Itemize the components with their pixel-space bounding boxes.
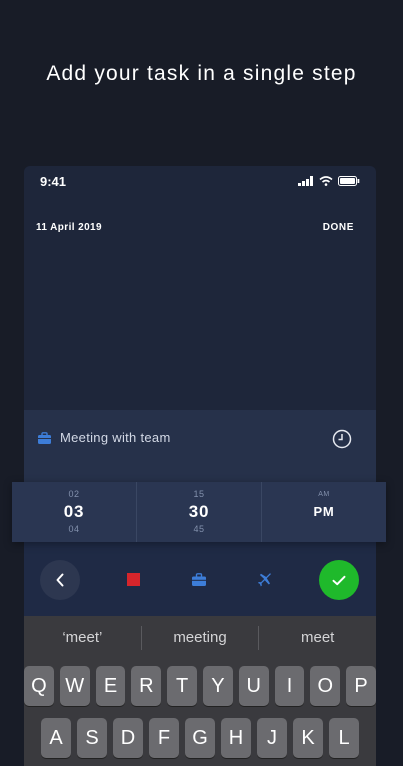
key-d[interactable]: D xyxy=(113,718,143,758)
phone-screen: 9:41 11 April 2019 DONE Meeting with tea… xyxy=(24,166,376,766)
period-prev: AM xyxy=(318,491,330,498)
red-square-icon[interactable] xyxy=(127,573,140,586)
briefcase-icon xyxy=(38,432,51,444)
key-p[interactable]: P xyxy=(346,666,376,706)
keyboard: ‘meet’ meeting meet Q W E R T Y U I O P … xyxy=(24,616,376,766)
key-i[interactable]: I xyxy=(274,666,305,706)
clock-icon[interactable] xyxy=(332,429,352,449)
checkmark-icon xyxy=(332,575,346,585)
key-j[interactable]: J xyxy=(257,718,287,758)
period-selected: PM xyxy=(313,504,335,519)
key-q[interactable]: Q xyxy=(24,666,54,706)
briefcase-icon[interactable] xyxy=(192,573,206,586)
key-f[interactable]: F xyxy=(149,718,179,758)
date-label: 11 April 2019 xyxy=(36,222,102,233)
period-wheel[interactable]: AM PM xyxy=(262,482,386,542)
key-l[interactable]: L xyxy=(329,718,359,758)
signal-icon xyxy=(298,176,313,186)
minute-wheel[interactable]: 15 30 45 xyxy=(137,482,262,542)
task-panel xyxy=(24,410,376,482)
minute-prev: 15 xyxy=(193,489,205,499)
hour-prev: 02 xyxy=(68,489,80,499)
chevron-left-icon xyxy=(56,573,64,587)
task-input[interactable] xyxy=(60,430,290,445)
key-row-2: A S D F G H J K L xyxy=(24,718,376,758)
wifi-icon xyxy=(319,176,333,186)
airplane-icon[interactable] xyxy=(258,573,272,587)
suggestion-bar: ‘meet’ meeting meet xyxy=(24,616,376,660)
key-row-1: Q W E R T Y U I O P xyxy=(24,666,376,706)
key-t[interactable]: T xyxy=(167,666,197,706)
headline: Add your task in a single step xyxy=(46,62,357,85)
minute-selected: 30 xyxy=(188,502,210,521)
status-icons xyxy=(298,176,360,186)
battery-icon xyxy=(338,176,360,186)
key-w[interactable]: W xyxy=(59,666,90,706)
suggestion-item[interactable]: ‘meet’ xyxy=(24,626,142,650)
task-toolbar xyxy=(24,540,376,616)
hour-next: 04 xyxy=(68,524,80,534)
back-button[interactable] xyxy=(40,560,80,600)
key-g[interactable]: G xyxy=(185,718,215,758)
confirm-button[interactable] xyxy=(319,560,359,600)
key-a[interactable]: A xyxy=(41,718,71,758)
key-h[interactable]: H xyxy=(221,718,251,758)
key-y[interactable]: Y xyxy=(203,666,233,706)
key-e[interactable]: E xyxy=(95,666,126,706)
hour-selected: 03 xyxy=(63,502,85,521)
hour-wheel[interactable]: 02 03 04 xyxy=(12,482,137,542)
key-o[interactable]: O xyxy=(310,666,341,706)
suggestion-item[interactable]: meet xyxy=(259,626,376,650)
minute-next: 45 xyxy=(193,524,205,534)
done-button[interactable]: DONE xyxy=(323,222,354,233)
key-r[interactable]: R xyxy=(131,666,162,706)
key-s[interactable]: S xyxy=(77,718,107,758)
suggestion-item[interactable]: meeting xyxy=(142,626,260,650)
key-k[interactable]: K xyxy=(293,718,323,758)
time-picker: 02 03 04 15 30 45 AM PM xyxy=(12,482,386,542)
period-spacer xyxy=(322,523,325,536)
key-u[interactable]: U xyxy=(238,666,269,706)
status-time: 9:41 xyxy=(40,174,67,189)
